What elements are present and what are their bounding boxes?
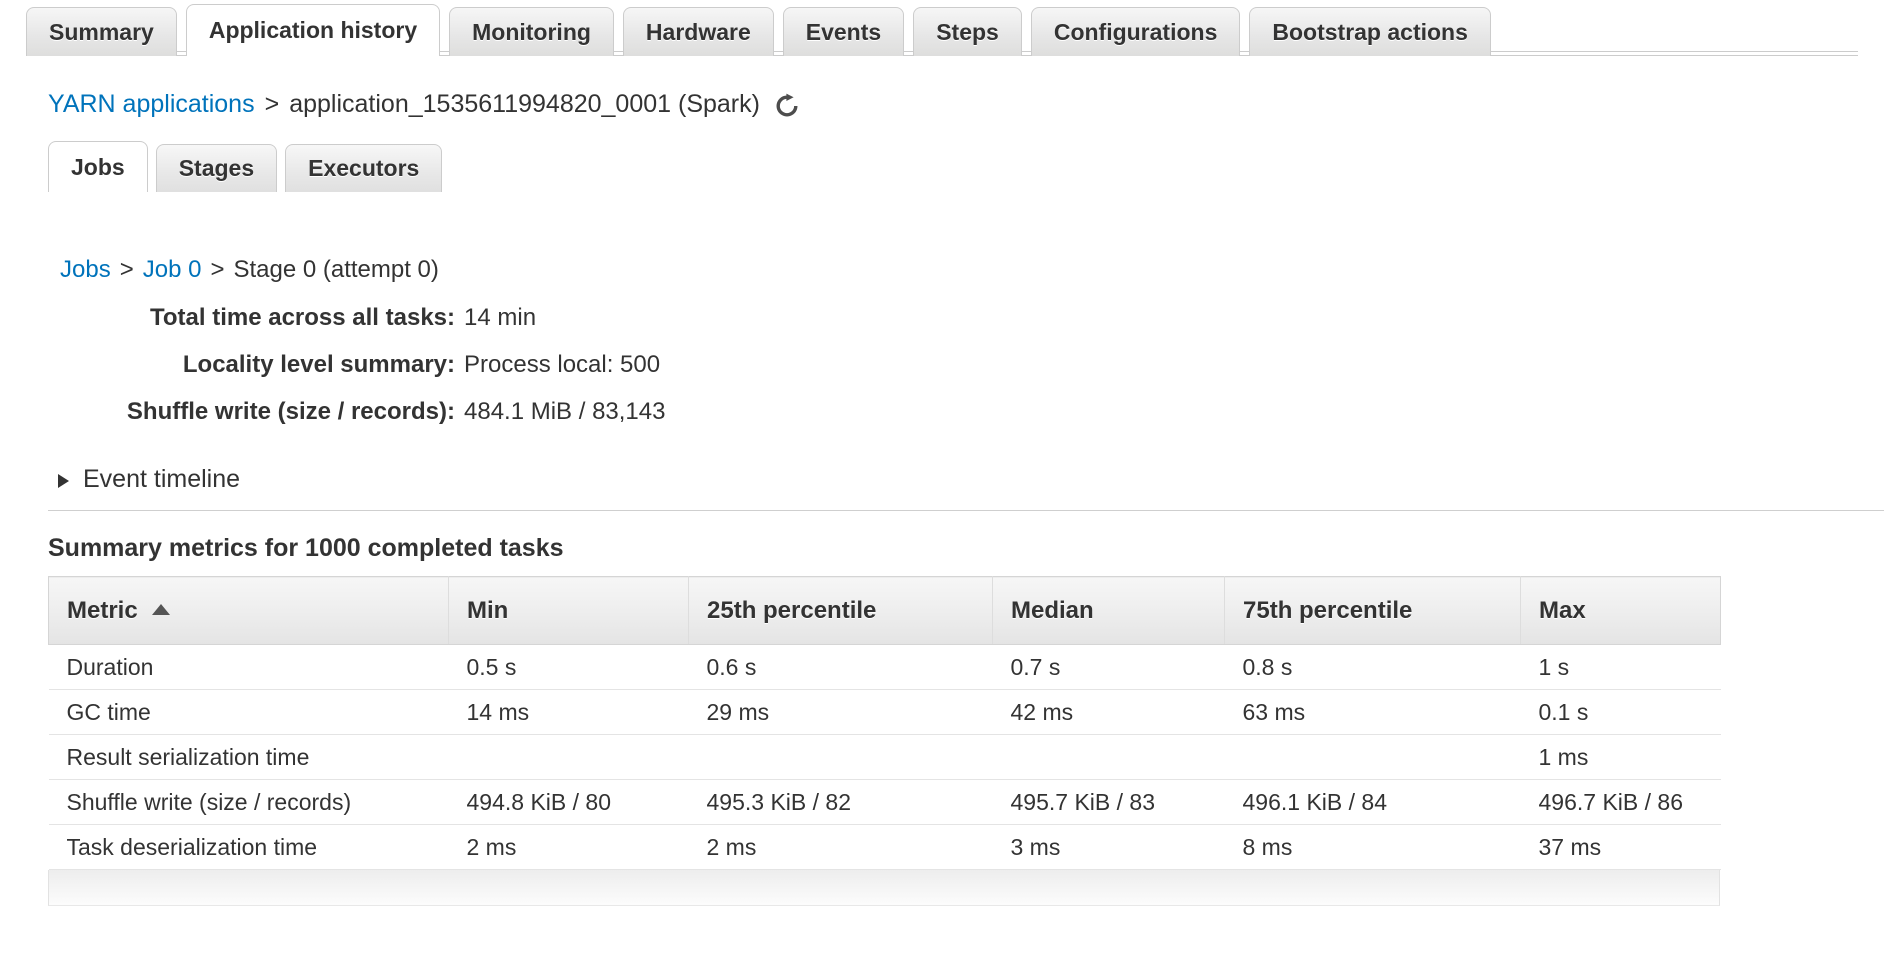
summary-metrics-table: Metric Min 25th percentile Median 75th perce… <box>48 576 1721 870</box>
cluster-tab-monitoring[interactable]: Monitoring <box>449 7 614 56</box>
job-breadcrumb-item-stage-0-attempt-0: Stage 0 (attempt 0) <box>233 256 439 283</box>
table-cell-p25: 2 ms <box>688 824 993 870</box>
cluster-tabs: Summary Application history Monitoring Hard… <box>26 4 1491 56</box>
table-cell-max: 1 s <box>1520 644 1721 690</box>
table-footer <box>48 870 1720 906</box>
table-cell-min: 14 ms <box>448 689 689 735</box>
detail-label: Locality level summary: <box>182 351 455 378</box>
table-cell-metric: Result serialization time <box>48 734 449 780</box>
sort-ascending-icon <box>151 603 170 615</box>
job-breadcrumb-separator: > <box>119 256 134 283</box>
breadcrumb-link-yarn-applications[interactable]: YARN applications <box>48 90 255 119</box>
column-header-label: Min <box>467 596 509 624</box>
job-breadcrumb: Jobs > Job 0 > Stage 0 (attempt 0) <box>60 256 439 284</box>
column-header-25th-percentile[interactable]: 25th percentile <box>688 576 993 645</box>
job-breadcrumb-item-job-0[interactable]: Job 0 <box>143 256 202 283</box>
table-cell-min <box>448 734 689 780</box>
table-row: Task deserialization time 2 ms 2 ms 3 ms 8 m… <box>48 824 1721 870</box>
summary-metrics-table-wrapper: Metric Min 25th percentile Median 75th perce… <box>48 576 1721 906</box>
spark-tabs: Jobs Stages Executors <box>48 140 443 192</box>
table-cell-p25: 0.6 s <box>688 644 993 690</box>
refresh-icon[interactable] <box>774 93 800 119</box>
table-cell-p75: 496.1 KiB / 84 <box>1224 779 1521 825</box>
table-cell-metric: Duration <box>48 644 449 690</box>
table-cell-median <box>992 734 1225 780</box>
table-header-row: Metric Min 25th percentile Median 75th perce… <box>48 576 1721 645</box>
table-cell-p25: 29 ms <box>688 689 993 735</box>
table-row: GC time 14 ms 29 ms 42 ms 63 ms 0.1 s <box>48 689 1721 735</box>
cluster-tab-steps[interactable]: Steps <box>913 7 1022 56</box>
table-cell-min: 494.8 KiB / 80 <box>448 779 689 825</box>
table-cell-p75: 0.8 s <box>1224 644 1521 690</box>
table-cell-min: 0.5 s <box>448 644 689 690</box>
event-timeline-divider <box>48 510 1884 511</box>
table-cell-p25: 495.3 KiB / 82 <box>688 779 993 825</box>
breadcrumb-current-application: application_1535611994820_0001 (Spark) <box>289 89 760 118</box>
table-cell-p25 <box>688 734 993 780</box>
detail-row: Total time across all tasks: 14 min <box>0 304 900 351</box>
column-header-75th-percentile[interactable]: 75th percentile <box>1224 576 1521 645</box>
table-cell-max: 0.1 s <box>1520 689 1721 735</box>
table-cell-metric: Task deserialization time <box>48 824 449 870</box>
spark-tab-jobs[interactable]: Jobs <box>48 141 148 192</box>
table-header: Metric Min 25th percentile Median 75th perce… <box>48 576 1721 645</box>
table-cell-max: 1 ms <box>1520 734 1721 780</box>
detail-value: Process local: 500 <box>464 351 661 378</box>
column-header-label: Metric <box>67 596 138 624</box>
table-cell-p75: 8 ms <box>1224 824 1521 870</box>
table-cell-metric: GC time <box>48 689 449 735</box>
column-header-label: 25th percentile <box>707 596 877 624</box>
application-breadcrumb: YARN applications > application_15356119… <box>48 86 800 122</box>
column-header-label: Max <box>1539 596 1586 624</box>
column-header-median[interactable]: Median <box>992 576 1225 645</box>
detail-value: 484.1 MiB / 83,143 <box>464 398 666 425</box>
cluster-tab-bar: Summary Application history Monitoring Hard… <box>0 4 1884 62</box>
table-cell-median: 42 ms <box>992 689 1225 735</box>
cluster-tab-summary[interactable]: Summary <box>26 7 177 56</box>
table-body: Duration 0.5 s 0.6 s 0.7 s 0.8 s1 s GC time 14… <box>48 644 1721 870</box>
cluster-tab-bootstrap-actions[interactable]: Bootstrap actions <box>1249 7 1491 56</box>
stage-details-list: Total time across all tasks: 14 min Locali… <box>0 304 900 445</box>
column-header-min[interactable]: Min <box>448 576 689 645</box>
job-breadcrumb-item-jobs[interactable]: Jobs <box>60 256 111 283</box>
cluster-tab-configurations[interactable]: Configurations <box>1030 7 1241 56</box>
breadcrumb-separator: > <box>264 89 280 118</box>
event-timeline-toggle[interactable]: Event timeline <box>58 465 240 494</box>
detail-label: Total time across all tasks: <box>149 304 455 331</box>
detail-value: 14 min <box>464 304 537 331</box>
table-cell-p75: 63 ms <box>1224 689 1521 735</box>
job-breadcrumb-separator: > <box>210 256 225 283</box>
table-row: Duration 0.5 s 0.6 s 0.7 s 0.8 s1 s <box>48 644 1721 690</box>
table-cell-median: 3 ms <box>992 824 1225 870</box>
spark-tab-executors[interactable]: Executors <box>285 144 443 192</box>
table-row: Result serialization time 1 ms <box>48 734 1721 780</box>
spark-tab-bar: Jobs Stages Executors <box>0 140 1884 196</box>
column-header-metric[interactable]: Metric <box>48 576 449 645</box>
table-cell-max: 37 ms <box>1520 824 1721 870</box>
table-cell-min: 2 ms <box>448 824 689 870</box>
summary-metrics-heading: Summary metrics for 1000 completed tasks <box>48 534 564 562</box>
detail-row: Shuffle write (size / records): 484.1 MiB… <box>0 398 900 445</box>
application-history-page: Summary Application history Monitoring Hard… <box>0 0 1884 968</box>
cluster-tab-events[interactable]: Events <box>782 7 905 56</box>
event-timeline-label: Event timeline <box>83 465 241 493</box>
table-cell-median: 0.7 s <box>992 644 1225 690</box>
table-cell-max: 496.7 KiB / 86 <box>1520 779 1721 825</box>
spark-tab-stages[interactable]: Stages <box>155 144 278 192</box>
cluster-tab-application-history[interactable]: Application history <box>185 4 441 56</box>
column-header-label: Median <box>1011 596 1094 624</box>
column-header-label: 75th percentile <box>1243 596 1413 624</box>
table-row: Shuffle write (size / records) 494.8 KiB … <box>48 779 1721 825</box>
detail-row: Locality level summary: Process local: 50… <box>0 351 900 398</box>
table-cell-metric: Shuffle write (size / records) <box>48 779 449 825</box>
table-cell-median: 495.7 KiB / 83 <box>992 779 1225 825</box>
cluster-tab-hardware[interactable]: Hardware <box>622 7 774 56</box>
table-cell-p75 <box>1224 734 1521 780</box>
triangle-right-icon <box>58 473 69 488</box>
detail-label: Shuffle write (size / records): <box>126 398 455 425</box>
column-header-max[interactable]: Max <box>1520 576 1721 645</box>
